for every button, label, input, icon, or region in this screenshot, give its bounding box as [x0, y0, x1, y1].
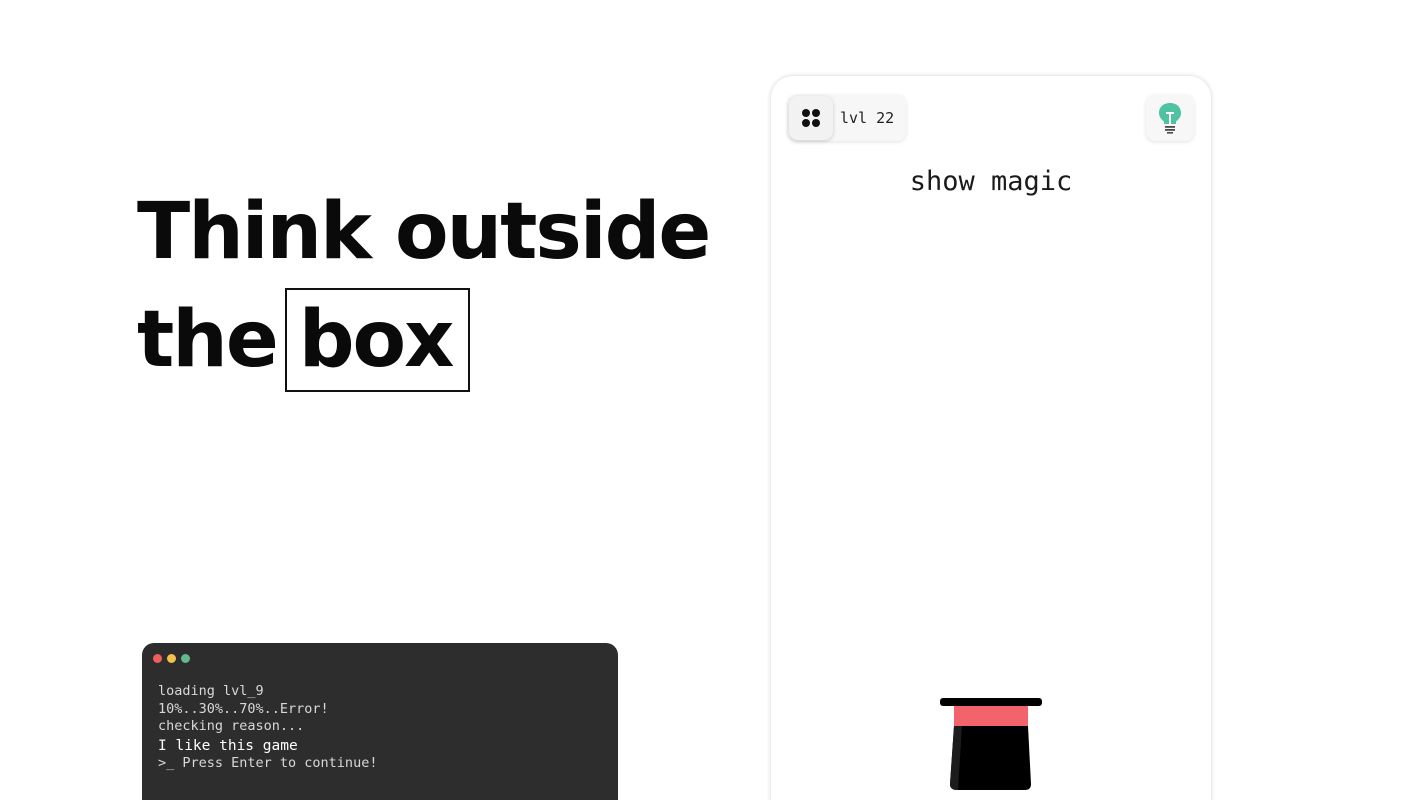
boxed-word: box [284, 288, 471, 392]
lightbulb-icon [1159, 103, 1181, 134]
terminal-line: I like this game [158, 737, 298, 754]
game-screen: lvl 22 show magic [771, 76, 1211, 800]
level-label: lvl 22 [840, 109, 895, 127]
headline-prefix: the [137, 295, 279, 385]
grid-dots-icon [802, 109, 820, 127]
level-title: show magic [909, 166, 1073, 197]
hat-crown [950, 726, 1031, 790]
terminal-line: 10%..30%..70%..Error! [158, 700, 329, 717]
level-indicator: lvl 22 [788, 95, 906, 141]
maximize-dot[interactable] [181, 654, 190, 663]
headline-line-1: Think outside [137, 187, 711, 277]
minimize-dot[interactable] [167, 654, 176, 663]
terminal-window: loading lvl_9 10%..30%..70%..Error! chec… [142, 643, 618, 800]
window-controls [153, 654, 190, 663]
hat-brim [940, 698, 1042, 706]
terminal-line: loading lvl_9 [158, 683, 264, 699]
terminal-output: loading lvl_9 10%..30%..70%..Error! chec… [158, 683, 377, 773]
menu-button[interactable] [789, 96, 833, 140]
terminal-line: checking reason... [158, 718, 305, 734]
close-dot[interactable] [153, 654, 162, 663]
headline: Think outside the box [137, 178, 711, 394]
page: Think outside the box loading lvl_9 10%..… [0, 0, 1422, 800]
magic-hat[interactable] [938, 696, 1044, 792]
terminal-prompt[interactable]: >_ Press Enter to continue! [158, 755, 377, 773]
hat-band [954, 706, 1028, 726]
headline-line-2: the box [137, 286, 709, 394]
hint-button[interactable] [1146, 95, 1194, 141]
